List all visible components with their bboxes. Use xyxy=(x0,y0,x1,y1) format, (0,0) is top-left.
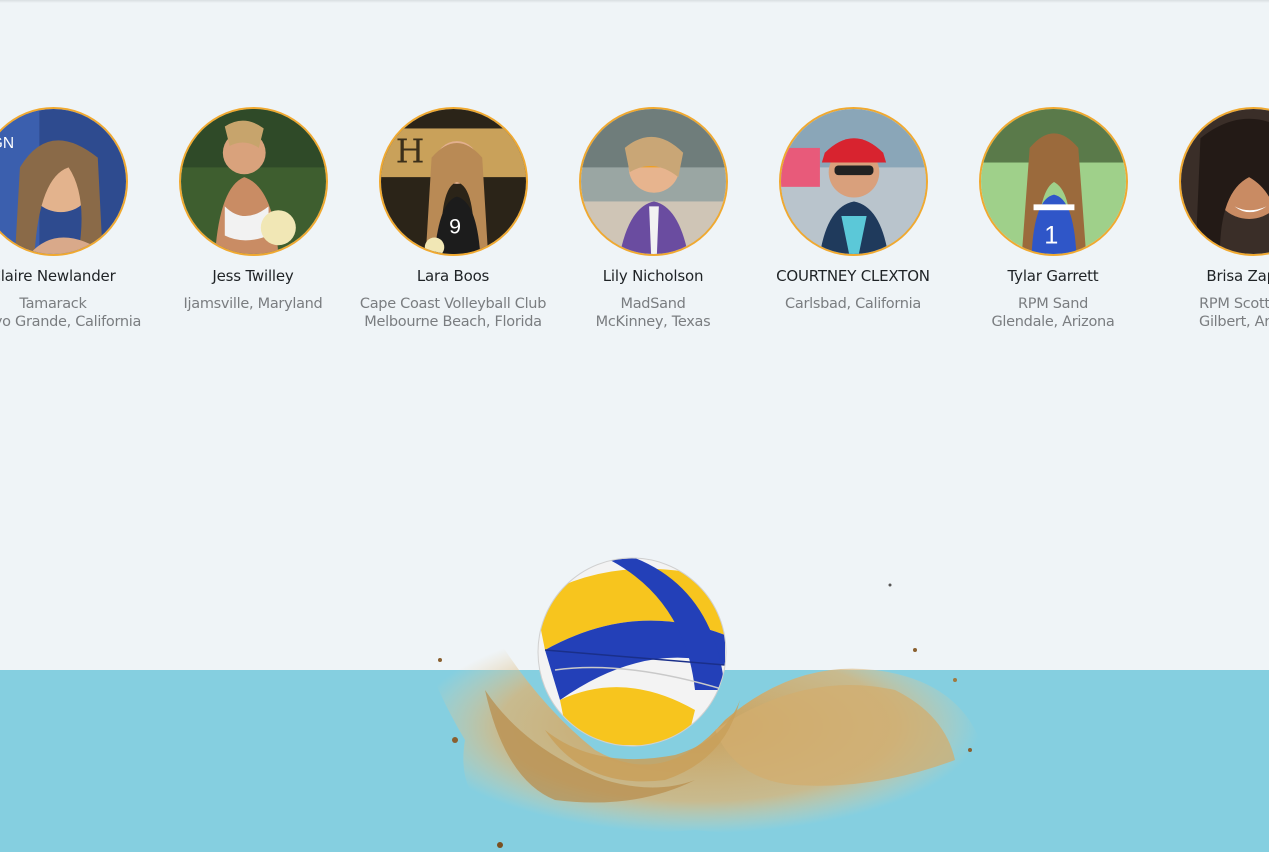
player-photo[interactable] xyxy=(778,107,928,256)
player-name: Claire Newlander xyxy=(0,267,116,285)
player-name: Tylar Garrett xyxy=(1007,267,1099,285)
player-card[interactable]: COURTNEY CLEXTON Carlsbad, California xyxy=(753,107,953,313)
player-club: RPM Scottsdale xyxy=(1199,296,1269,312)
player-club: Tamarack xyxy=(19,296,87,312)
player-photo[interactable] xyxy=(178,107,328,256)
player-name: Lara Boos xyxy=(416,267,490,285)
svg-text:1: 1 xyxy=(1044,221,1058,249)
player-card[interactable]: Jess Twilley Ijamsville, Maryland xyxy=(153,107,353,313)
player-card[interactable]: H9 Lara Boos Cape Coast Volleyball Club … xyxy=(353,107,553,331)
svg-text:H: H xyxy=(395,132,424,171)
player-name: Brisa Zapata xyxy=(1206,267,1269,285)
player-location: Ijamsville, Maryland xyxy=(183,296,323,312)
player-location: Melbourne Beach, Florida xyxy=(364,314,542,330)
player-name: COURTNEY CLEXTON xyxy=(776,267,930,285)
player-location: Carlsbad, California xyxy=(785,296,921,312)
player-card[interactable]: Lily Nicholson MadSand McKinney, Texas xyxy=(553,107,753,331)
player-club: RPM Sand xyxy=(1017,296,1089,312)
players-carousel[interactable]: GN Claire Newlander Tamarack Arroyo Gran… xyxy=(0,0,1269,380)
player-location: McKinney, Texas xyxy=(595,314,711,330)
player-photo[interactable] xyxy=(1178,107,1269,256)
player-name: Jess Twilley xyxy=(212,267,294,285)
player-location: Glendale, Arizona xyxy=(991,314,1115,330)
player-card[interactable]: Brisa Zapata RPM Scottsdale Gilbert, Ari… xyxy=(1153,107,1269,331)
player-photo[interactable]: 1 xyxy=(978,107,1128,256)
player-club: Cape Coast Volleyball Club xyxy=(359,296,547,312)
player-photo[interactable]: GN xyxy=(0,107,128,256)
player-club: MadSand xyxy=(620,296,686,312)
player-photo[interactable] xyxy=(578,107,728,256)
player-location: Gilbert, Arizona xyxy=(1199,314,1269,330)
svg-text:GN: GN xyxy=(0,135,14,152)
player-photo[interactable]: H9 xyxy=(378,107,528,256)
player-name: Lily Nicholson xyxy=(602,267,704,285)
player-card[interactable]: GN Claire Newlander Tamarack Arroyo Gran… xyxy=(0,107,153,331)
player-location: Arroyo Grande, California xyxy=(0,314,142,330)
svg-text:9: 9 xyxy=(449,215,461,239)
volleyball-illustration xyxy=(415,557,980,848)
player-card[interactable]: 1 Tylar Garrett RPM Sand Glendale, Arizo… xyxy=(953,107,1153,331)
